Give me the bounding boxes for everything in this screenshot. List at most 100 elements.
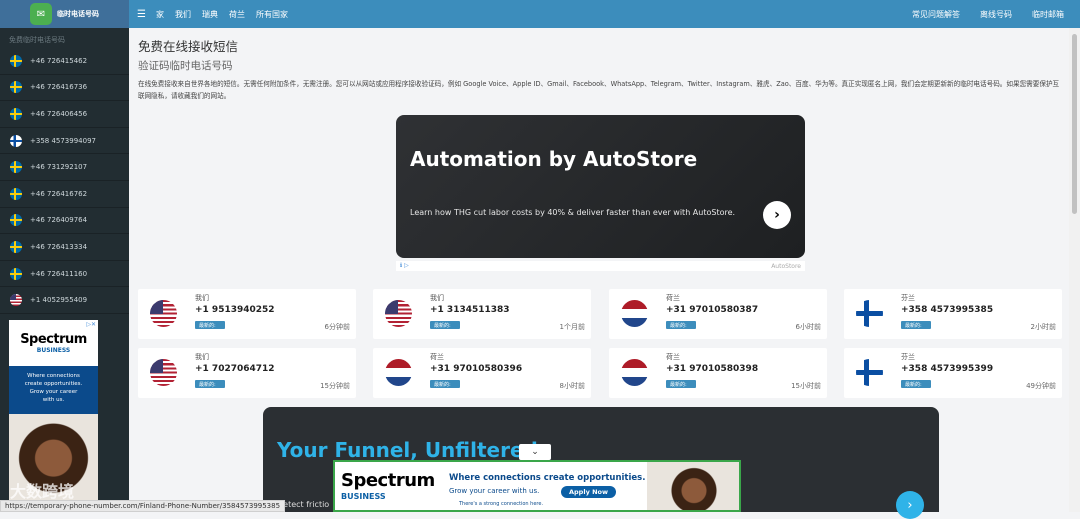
flag-us-icon [150, 359, 177, 386]
chat-bubble-icon: ✉ [30, 3, 52, 25]
card-time: 6分钟前 [324, 323, 350, 331]
arrow-right-icon[interactable]: › [896, 491, 924, 519]
sidebar-item-label: +46 731292107 [30, 163, 88, 172]
nav-link-temp-email[interactable]: 临时邮箱 [1032, 9, 1064, 20]
flag-us-icon [10, 294, 22, 307]
latest-badge: 最新的: [666, 380, 696, 388]
page-subtitle: 验证码临时电话号码 [138, 60, 233, 72]
chevron-down-icon[interactable]: ⌄ [519, 444, 551, 460]
latest-badge: 最新的: [195, 321, 225, 329]
flag-us-icon [385, 300, 412, 327]
card-country: 荷兰 [666, 294, 680, 302]
phone-number-card[interactable]: 我们 +1 9513940252 最新的: 6分钟前 [138, 289, 356, 339]
arrow-right-icon[interactable]: › [763, 201, 791, 229]
sidebar-item-label: +358 4573994097 [30, 136, 96, 145]
flag-se-icon [10, 81, 22, 94]
latest-badge: 最新的: [901, 321, 931, 329]
latest-badge: 最新的: [430, 380, 460, 388]
flag-nl-icon [621, 300, 648, 327]
flag-fi-icon [10, 134, 22, 147]
phone-number-card[interactable]: 我们 +1 7027064712 最新的: 15分钟前 [138, 348, 356, 398]
card-country: 荷兰 [666, 353, 680, 361]
nav-right: 常见问题解答 离线号码 临时邮箱 [912, 9, 1064, 20]
top-navbar: ☰ 家 我们 瑞典 荷兰 所有国家 常见问题解答 离线号码 临时邮箱 [129, 0, 1080, 28]
sidebar-item-number[interactable]: +46 726416736 [0, 75, 129, 102]
phone-number-card[interactable]: 荷兰 +31 97010580387 最新的: 6小时前 [609, 289, 827, 339]
sidebar-item-number[interactable]: +46 726406456 [0, 101, 129, 128]
flag-se-icon [10, 240, 22, 253]
sidebar-item-label: +46 726416762 [30, 189, 88, 198]
nav-link-home[interactable]: 家 [156, 9, 164, 20]
watermark: 大数跨境 [10, 482, 75, 501]
card-country: 芬兰 [901, 294, 915, 302]
sidebar-item-number[interactable]: +46 726416762 [0, 181, 129, 208]
card-number[interactable]: +1 3134511383 [430, 305, 510, 315]
card-time: 8小时前 [559, 382, 585, 390]
nav-link-all-countries[interactable]: 所有国家 [256, 9, 288, 20]
phone-number-card[interactable]: 我们 +1 3134511383 最新的: 1个月前 [373, 289, 591, 339]
nav-link-us[interactable]: 我们 [175, 9, 191, 20]
ad-footer: ℹ ▷ AutoStore [396, 261, 805, 271]
sidebar-item-number[interactable]: +46 731292107 [0, 154, 129, 181]
phone-number-card[interactable]: 荷兰 +31 97010580396 最新的: 8小时前 [373, 348, 591, 398]
sidebar-item-number[interactable]: +46 726409764 [0, 208, 129, 235]
autostore-ad-banner[interactable]: Automation by AutoStore Learn how THG cu… [396, 115, 805, 258]
sidebar-header: 免费临时电话号码 [9, 36, 65, 44]
latest-badge: 最新的: [195, 380, 225, 388]
sidebar-item-number[interactable]: +46 726411160 [0, 261, 129, 288]
flag-se-icon [10, 107, 22, 120]
sidebar-item-number[interactable]: +46 726415462 [0, 48, 129, 75]
ad-line: create opportunities. [24, 381, 83, 387]
flag-se-icon [10, 54, 22, 67]
flag-se-icon [10, 214, 22, 227]
flag-nl-icon [621, 359, 648, 386]
flag-se-icon [10, 161, 22, 174]
bottom-sticky-ad[interactable]: Spectrum BUSINESS Where connections crea… [333, 460, 741, 512]
flag-se-icon [10, 267, 22, 280]
flag-fi-icon [856, 359, 883, 386]
ad-line: Where connections create opportunities. [449, 473, 646, 483]
nav-link-faq[interactable]: 常见问题解答 [912, 9, 960, 20]
ad-line: Grow your career [29, 389, 78, 395]
card-number[interactable]: +31 97010580396 [430, 364, 522, 374]
main-content: 免费在线接收短信 验证码临时电话号码 在线免费接收来自世界各地的短信。无需任何附… [129, 28, 1069, 519]
card-country: 荷兰 [430, 353, 444, 361]
card-number[interactable]: +358 4573995385 [901, 305, 993, 315]
card-number[interactable]: +31 97010580387 [666, 305, 758, 315]
page-title: 免费在线接收短信 [138, 39, 239, 54]
scrollbar-thumb[interactable] [1072, 34, 1077, 214]
latest-badge: 最新的: [901, 380, 931, 388]
sidebar-list: +46 726415462 +46 726416736 +46 726406456 +… [0, 48, 129, 314]
ad-line: There's a strong connection here. [459, 501, 544, 507]
menu-icon[interactable]: ☰ [137, 9, 146, 20]
sidebar-item-number[interactable]: +358 4573994097 [0, 128, 129, 155]
card-country: 芬兰 [901, 353, 915, 361]
brand[interactable]: ✉ 临时电话号码 [0, 0, 129, 28]
phone-number-card[interactable]: 芬兰 +358 4573995385 最新的: 2小时前 [844, 289, 1062, 339]
apply-now-button[interactable]: Apply Now [561, 486, 616, 498]
card-number[interactable]: +1 7027064712 [195, 364, 275, 374]
card-number[interactable]: +1 9513940252 [195, 305, 275, 315]
ad-choices-icon[interactable]: ▷✕ [86, 321, 96, 328]
flag-us-icon [150, 300, 177, 327]
sidebar-item-number[interactable]: +46 726413334 [0, 234, 129, 261]
phone-number-card[interactable]: 荷兰 +31 97010580398 最新的: 15小时前 [609, 348, 827, 398]
flag-fi-icon [856, 300, 883, 327]
sidebar-item-label: +46 726415462 [30, 56, 88, 65]
sidebar-item-label: +1 4052955409 [30, 296, 88, 305]
card-number[interactable]: +358 4573995399 [901, 364, 993, 374]
funnel-ad-title: Your Funnel, Unfiltered [277, 438, 538, 462]
card-time: 15分钟前 [320, 382, 350, 390]
card-time: 2小时前 [1030, 323, 1056, 331]
phone-number-card[interactable]: 芬兰 +358 4573995399 最新的: 49分钟前 [844, 348, 1062, 398]
nav-link-sweden[interactable]: 瑞典 [202, 9, 218, 20]
card-country: 我们 [195, 294, 209, 302]
ad-choices-icon[interactable]: ℹ ▷ [400, 262, 409, 269]
card-number[interactable]: +31 97010580398 [666, 364, 758, 374]
scrollbar[interactable] [1069, 28, 1080, 512]
nav-link-offline-numbers[interactable]: 离线号码 [980, 9, 1012, 20]
nav-link-netherlands[interactable]: 荷兰 [229, 9, 245, 20]
sidebar-item-number[interactable]: +1 4052955409 [0, 287, 129, 314]
ad-line: Grow your career with us. [449, 487, 540, 495]
sidebar: ✉ 临时电话号码 免费临时电话号码 +46 726415462 +46 72641… [0, 0, 129, 512]
